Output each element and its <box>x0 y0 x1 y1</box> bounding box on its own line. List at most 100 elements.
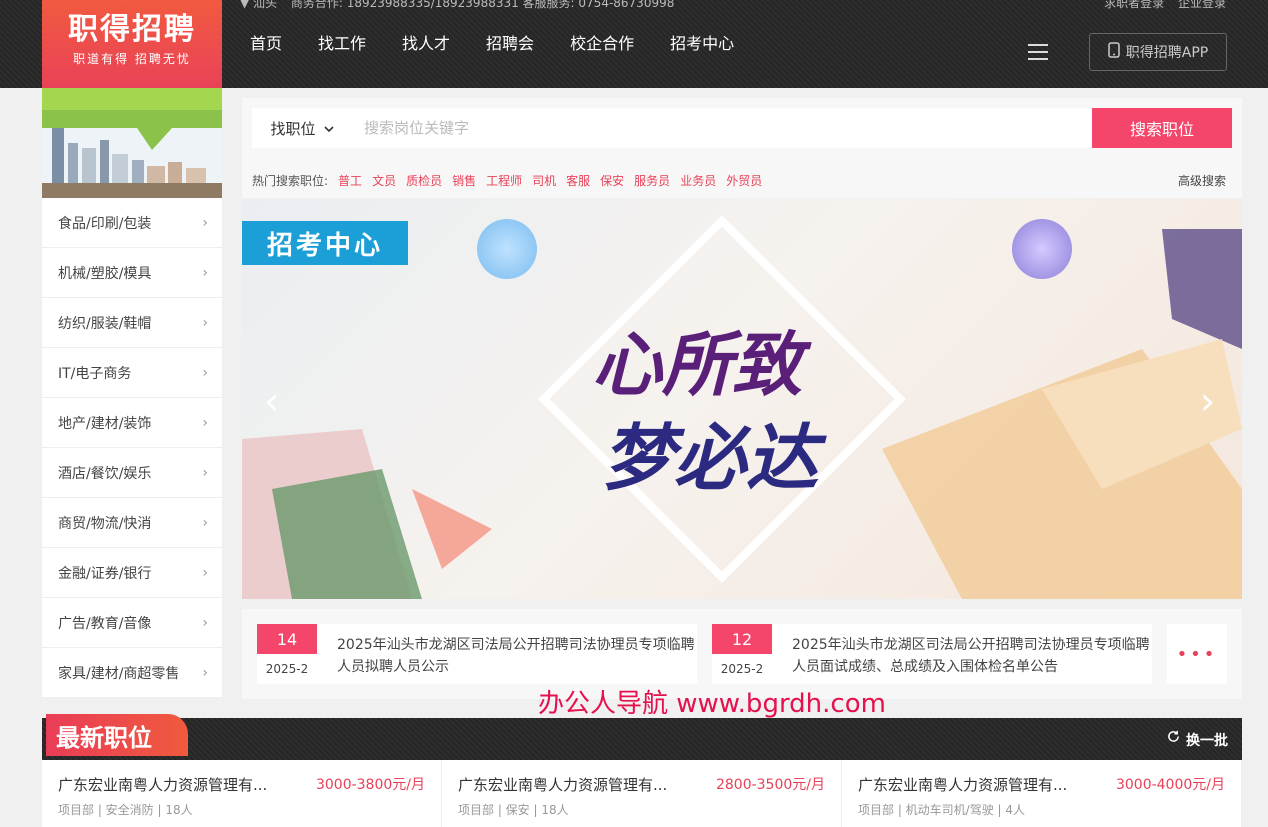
hot-keyword[interactable]: 工程师 <box>486 172 522 189</box>
news-title[interactable]: 2025年汕头市龙湖区司法局公开招聘司法协理员专项临聘人员拟聘人员公示 <box>317 624 697 684</box>
sidebar-item-hotel[interactable]: 酒店/餐饮/娱乐 › <box>42 448 222 498</box>
job-card[interactable]: 广东宏业南粤人力资源管理有... 2800-3500元/月 项目部 | 保安 |… <box>442 760 842 827</box>
latest-jobs-title: 最新职位 <box>46 714 188 756</box>
sidebar-item-realestate[interactable]: 地产/建材/装饰 › <box>42 398 222 448</box>
job-card[interactable]: 广东宏业南粤人力资源管理有... 3000-4000元/月 项目部 | 机动车司… <box>842 760 1242 827</box>
site-logo[interactable]: 职得招聘 职道有得 招聘无忧 <box>42 0 222 88</box>
banner-tag: 招考中心 <box>242 221 408 265</box>
location-selector[interactable]: ▼ 汕头 <box>240 0 277 10</box>
app-button-label: 职得招聘APP <box>1125 45 1209 61</box>
chevron-right-icon: › <box>202 364 208 381</box>
logo-title: 职得招聘 <box>68 12 196 47</box>
search-button[interactable]: 搜索职位 <box>1092 108 1232 148</box>
sidebar-item-label: 机械/塑胶/模具 <box>58 265 152 282</box>
banner-carousel[interactable]: 招考中心 心所致 梦必达 ‹ › <box>242 199 1242 599</box>
jobseeker-login-link[interactable]: 求职者登录 <box>1104 0 1164 10</box>
nav-exam-center[interactable]: 招考中心 <box>670 30 734 54</box>
job-meta: 项目部 | 安全消防 | 18人 <box>58 803 193 817</box>
search-type-label: 找职位 <box>270 119 316 138</box>
news-day: 12 <box>712 624 772 654</box>
job-salary: 2800-3500元/月 <box>715 777 825 793</box>
news-title[interactable]: 2025年汕头市龙湖区司法局公开招聘司法协理员专项临聘人员面试成绩、总成绩及入围… <box>772 624 1152 684</box>
app-download-button[interactable]: 职得招聘APP <box>1089 33 1227 71</box>
sidebar-item-label: 家具/建材/商超零售 <box>58 665 180 682</box>
sidebar-item-label: IT/电子商务 <box>58 365 132 382</box>
news-item[interactable]: 12 2025-2 2025年汕头市龙湖区司法局公开招聘司法协理员专项临聘人员面… <box>712 624 1152 684</box>
hot-keyword[interactable]: 司机 <box>532 172 556 189</box>
decor-bubble <box>477 219 537 279</box>
latest-jobs-header: 最新职位 换一批 <box>42 714 1242 760</box>
phone-icon <box>1108 42 1120 62</box>
chevron-right-icon: › <box>202 464 208 481</box>
sidebar-item-advertising[interactable]: 广告/教育/音像 › <box>42 598 222 648</box>
hot-label: 热门搜索职位: <box>252 174 329 188</box>
hot-keyword[interactable]: 普工 <box>338 172 362 189</box>
decor-books-right <box>882 229 1242 599</box>
sidebar-item-trade[interactable]: 商贸/物流/快消 › <box>42 498 222 548</box>
nav-find-talent[interactable]: 找人才 <box>402 30 450 54</box>
logo-subtitle: 职道有得 招聘无忧 <box>73 52 191 66</box>
refresh-jobs-button[interactable]: 换一批 <box>1167 730 1228 750</box>
hot-keyword[interactable]: 服务员 <box>634 172 670 189</box>
hot-keyword[interactable]: 保安 <box>600 172 624 189</box>
news-more-button[interactable]: ••• <box>1167 624 1227 684</box>
job-salary: 3000-3800元/月 <box>315 777 425 793</box>
job-company[interactable]: 广东宏业南粤人力资源管理有... <box>58 774 267 795</box>
sidebar-item-finance[interactable]: 金融/证券/银行 › <box>42 548 222 598</box>
sidebar-item-label: 食品/印刷/包装 <box>58 215 152 232</box>
sidebar-item-food[interactable]: 食品/印刷/包装 › <box>42 198 222 248</box>
job-meta: 项目部 | 机动车司机/驾驶 | 4人 <box>858 803 1026 817</box>
hot-keyword[interactable]: 外贸员 <box>726 172 762 189</box>
search-input[interactable] <box>352 108 1092 148</box>
refresh-icon <box>1167 730 1180 750</box>
sidebar-item-furniture[interactable]: 家具/建材/商超零售 › <box>42 648 222 698</box>
nav-school-cooperation[interactable]: 校企合作 <box>570 30 634 54</box>
news-item[interactable]: 14 2025-2 2025年汕头市龙湖区司法局公开招聘司法协理员专项临聘人员拟… <box>257 624 697 684</box>
category-sidebar: 食品/印刷/包装 › 机械/塑胶/模具 › 纺织/服装/鞋帽 › IT/电子商务 › 地… <box>42 198 222 698</box>
banner-slogan-line1: 心所致 <box>592 324 802 406</box>
sidebar-item-textile[interactable]: 纺织/服装/鞋帽 › <box>42 298 222 348</box>
hot-keyword[interactable]: 文员 <box>372 172 396 189</box>
sidebar-city-banner <box>42 88 222 198</box>
job-meta: 项目部 | 保安 | 18人 <box>458 803 569 817</box>
search-type-dropdown[interactable]: 找职位 <box>252 108 352 148</box>
chevron-right-icon: › <box>202 664 208 681</box>
nav-job-fair[interactable]: 招聘会 <box>486 30 534 54</box>
sidebar-item-label: 金融/证券/银行 <box>58 565 152 582</box>
carousel-next-icon[interactable]: › <box>1200 379 1215 423</box>
contact-info: 商务合作: 18923988335/18923988331 客服服务: 0754… <box>290 0 675 10</box>
news-day: 14 <box>257 624 317 654</box>
job-company[interactable]: 广东宏业南粤人力资源管理有... <box>858 774 1067 795</box>
hot-keyword[interactable]: 业务员 <box>680 172 716 189</box>
sidebar-item-label: 地产/建材/装饰 <box>58 415 152 432</box>
hamburger-menu-icon[interactable] <box>1028 44 1048 60</box>
chevron-right-icon: › <box>202 414 208 431</box>
chevron-right-icon: › <box>202 264 208 281</box>
job-salary: 3000-4000元/月 <box>1115 777 1225 793</box>
chevron-right-icon: › <box>202 214 208 231</box>
chevron-right-icon: › <box>202 514 208 531</box>
hot-keyword[interactable]: 销售 <box>452 172 476 189</box>
chevron-right-icon: › <box>202 614 208 631</box>
sidebar-item-machinery[interactable]: 机械/塑胶/模具 › <box>42 248 222 298</box>
job-card[interactable]: 广东宏业南粤人力资源管理有... 3000-3800元/月 项目部 | 安全消防… <box>42 760 442 827</box>
chevron-right-icon: › <box>202 314 208 331</box>
top-header: ▼ 汕头 商务合作: 18923988335/18923988331 客服服务:… <box>0 0 1268 88</box>
hot-keyword[interactable]: 客服 <box>566 172 590 189</box>
sidebar-item-label: 广告/教育/音像 <box>58 615 152 632</box>
employer-login-link[interactable]: 企业登录 <box>1178 0 1226 10</box>
carousel-prev-icon[interactable]: ‹ <box>264 379 279 423</box>
news-date: 12 2025-2 <box>712 624 772 684</box>
advanced-search-link[interactable]: 高级搜索 <box>1178 172 1226 189</box>
sidebar-item-it[interactable]: IT/电子商务 › <box>42 348 222 398</box>
hot-keyword[interactable]: 质检员 <box>406 172 442 189</box>
nav-find-job[interactable]: 找工作 <box>318 30 366 54</box>
refresh-label: 换一批 <box>1186 733 1228 749</box>
job-company[interactable]: 广东宏业南粤人力资源管理有... <box>458 774 667 795</box>
search-bar: 找职位 搜索职位 <box>252 108 1232 148</box>
sidebar-item-label: 酒店/餐饮/娱乐 <box>58 465 152 482</box>
chevron-down-icon <box>323 119 334 137</box>
news-year-month: 2025-2 <box>720 662 764 676</box>
nav-home[interactable]: 首页 <box>250 30 282 54</box>
watermark-text: 办公人导航 www.bgrdh.com <box>538 689 886 719</box>
